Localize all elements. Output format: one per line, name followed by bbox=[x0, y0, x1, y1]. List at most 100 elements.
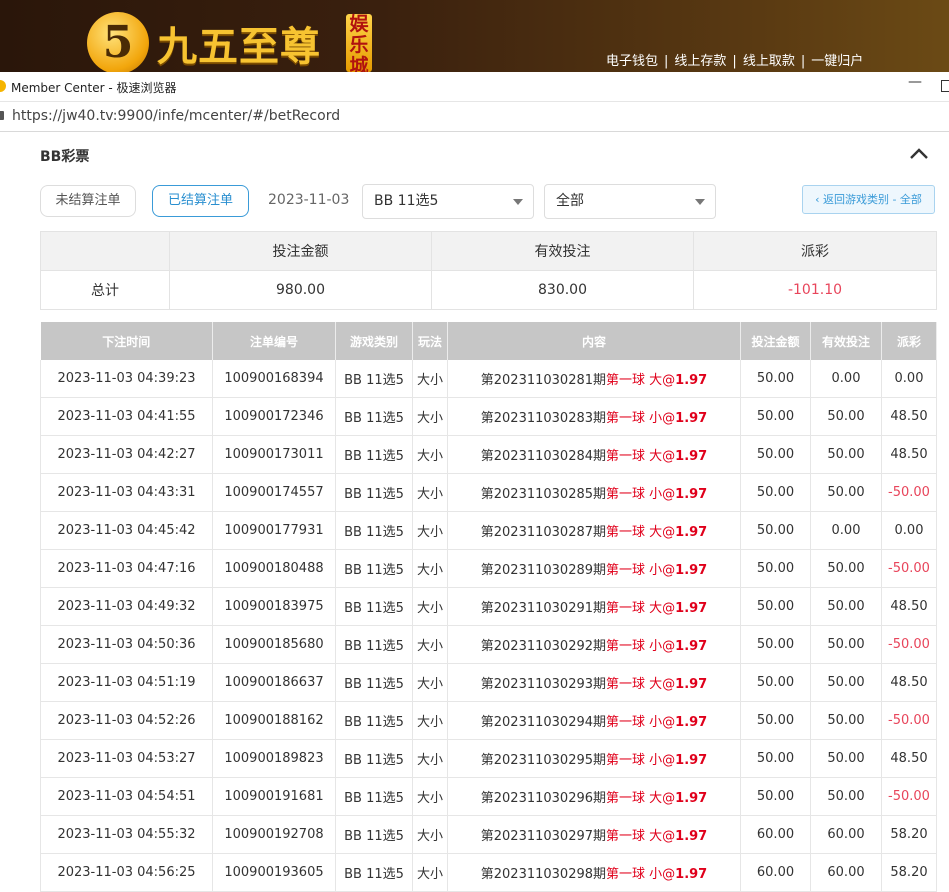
cell-bet-id: 100900192708 bbox=[212, 815, 336, 854]
content-odds: 1.97 bbox=[675, 753, 708, 768]
link-online-withdraw[interactable]: 线上取款 bbox=[743, 54, 795, 69]
cell-bet-time: 2023-11-03 04:42:27 bbox=[40, 435, 213, 474]
date-filter[interactable]: 2023-11-03 bbox=[268, 192, 349, 208]
logo-text: 九五至尊 bbox=[157, 23, 321, 70]
game-select[interactable]: BB 11选5 bbox=[362, 184, 534, 219]
table-row: 2023-11-03 04:55:32 100900192708 BB 11选5 大小… bbox=[40, 815, 937, 854]
content-at: @ bbox=[662, 373, 676, 388]
table-row: 2023-11-03 04:41:55 100900172346 BB 11选5 大小… bbox=[40, 397, 937, 436]
cell-content: 第202311030296期第一球 大@1.97 bbox=[447, 777, 741, 816]
cell-valid-bet: 50.00 bbox=[810, 397, 882, 436]
cell-play: 大小 bbox=[412, 397, 448, 436]
cell-valid-bet: 50.00 bbox=[810, 739, 882, 778]
cell-game: BB 11选5 bbox=[335, 777, 413, 816]
content-odds: 1.97 bbox=[675, 525, 708, 540]
cell-valid-bet: 50.00 bbox=[810, 777, 882, 816]
content-pick: 第一球 大 bbox=[606, 373, 663, 388]
cell-bet-amount: 60.00 bbox=[740, 853, 811, 892]
cell-bet-id: 100900183975 bbox=[212, 587, 336, 626]
content-odds: 1.97 bbox=[675, 677, 708, 692]
logo-mark: 5 bbox=[87, 12, 149, 72]
table-row: 2023-11-03 04:54:51 100900191681 BB 11选5 大小… bbox=[40, 777, 937, 816]
summary-payout: -101.10 bbox=[693, 270, 937, 310]
content-period: 第202311030291期 bbox=[480, 601, 607, 616]
cell-bet-amount: 50.00 bbox=[740, 435, 811, 474]
content-at: @ bbox=[662, 753, 676, 768]
summary-header-empty bbox=[40, 231, 170, 271]
content-pick: 第一球 大 bbox=[606, 677, 663, 692]
link-online-deposit[interactable]: 线上存款 bbox=[674, 54, 726, 69]
cell-valid-bet: 60.00 bbox=[810, 815, 882, 854]
cell-bet-id: 100900186637 bbox=[212, 663, 336, 702]
window-title: Member Center - 极速浏览器 bbox=[11, 81, 177, 95]
content-at: @ bbox=[662, 639, 676, 654]
cell-content: 第202311030295期第一球 小@1.97 bbox=[447, 739, 741, 778]
cell-valid-bet: 60.00 bbox=[810, 853, 882, 892]
content-odds: 1.97 bbox=[675, 563, 708, 578]
content-at: @ bbox=[662, 563, 676, 578]
link-e-wallet[interactable]: 电子钱包 bbox=[606, 54, 658, 69]
cell-bet-amount: 50.00 bbox=[740, 701, 811, 740]
content-odds: 1.97 bbox=[675, 411, 708, 426]
table-row: 2023-11-03 04:50:36 100900185680 BB 11选5 大小… bbox=[40, 625, 937, 664]
content-pick: 第一球 小 bbox=[606, 487, 663, 502]
content-odds: 1.97 bbox=[675, 449, 708, 464]
maximize-icon[interactable] bbox=[941, 80, 949, 92]
summary-header-valid: 有效投注 bbox=[431, 231, 694, 271]
records-header-row: 下注时间 注单编号 游戏类别 玩法 内容 投注金额 有效投注 派彩 bbox=[40, 322, 937, 360]
content-odds: 1.97 bbox=[675, 715, 708, 730]
content-odds: 1.97 bbox=[675, 373, 708, 388]
cell-bet-time: 2023-11-03 04:49:32 bbox=[40, 587, 213, 626]
url-text[interactable]: https://jw40.tv:9900/infe/mcenter/#/betR… bbox=[12, 108, 340, 124]
cell-bet-amount: 50.00 bbox=[740, 473, 811, 512]
cell-play: 大小 bbox=[412, 435, 448, 474]
content-pick: 第一球 大 bbox=[606, 601, 663, 616]
cell-game: BB 11选5 bbox=[335, 815, 413, 854]
summary-bet-amount: 980.00 bbox=[169, 270, 432, 310]
chevron-up-icon[interactable] bbox=[907, 144, 931, 162]
content-period: 第202311030295期 bbox=[480, 753, 607, 768]
type-select[interactable]: 全部 bbox=[544, 184, 716, 219]
cell-game: BB 11选5 bbox=[335, 473, 413, 512]
content-at: @ bbox=[662, 525, 676, 540]
cell-play: 大小 bbox=[412, 663, 448, 702]
col-game: 游戏类别 bbox=[335, 322, 413, 360]
cell-game: BB 11选5 bbox=[335, 625, 413, 664]
cell-game: BB 11选5 bbox=[335, 587, 413, 626]
cell-content: 第202311030291期第一球 大@1.97 bbox=[447, 587, 741, 626]
cell-content: 第202311030294期第一球 小@1.97 bbox=[447, 701, 741, 740]
cell-bet-id: 100900188162 bbox=[212, 701, 336, 740]
address-bar[interactable]: https://jw40.tv:9900/infe/mcenter/#/betR… bbox=[0, 102, 949, 132]
back-to-game-category-button[interactable]: ‹ 返回游戏类别 - 全部 bbox=[802, 185, 935, 214]
cell-game: BB 11选5 bbox=[335, 360, 413, 398]
content-at: @ bbox=[662, 601, 676, 616]
content-at: @ bbox=[662, 715, 676, 730]
table-row: 2023-11-03 04:42:27 100900173011 BB 11选5 大小… bbox=[40, 435, 937, 474]
cell-valid-bet: 50.00 bbox=[810, 549, 882, 588]
table-row: 2023-11-03 04:43:31 100900174557 BB 11选5 大小… bbox=[40, 473, 937, 512]
link-one-click-transfer[interactable]: 一键归户 bbox=[811, 54, 863, 69]
col-bet-time: 下注时间 bbox=[40, 322, 213, 360]
content-odds: 1.97 bbox=[675, 829, 708, 844]
cell-bet-time: 2023-11-03 04:51:19 bbox=[40, 663, 213, 702]
cell-payout: 0.00 bbox=[881, 511, 937, 550]
table-row: 2023-11-03 04:52:26 100900188162 BB 11选5 大小… bbox=[40, 701, 937, 740]
cell-bet-amount: 50.00 bbox=[740, 511, 811, 550]
cell-play: 大小 bbox=[412, 777, 448, 816]
tab-unsettled-bets[interactable]: 未结算注单 bbox=[40, 185, 136, 217]
cell-game: BB 11选5 bbox=[335, 511, 413, 550]
cell-bet-time: 2023-11-03 04:50:36 bbox=[40, 625, 213, 664]
minimize-icon[interactable]: — bbox=[906, 74, 924, 96]
tab-settled-bets[interactable]: 已结算注单 bbox=[152, 185, 249, 217]
content-period: 第202311030297期 bbox=[480, 829, 607, 844]
cell-bet-id: 100900185680 bbox=[212, 625, 336, 664]
cell-bet-id: 100900177931 bbox=[212, 511, 336, 550]
records-body: 2023-11-03 04:39:23 100900168394 BB 11选5 大小… bbox=[40, 360, 937, 892]
table-row: 2023-11-03 04:39:23 100900168394 BB 11选5 大小… bbox=[40, 360, 937, 398]
lock-icon bbox=[0, 111, 4, 120]
cell-valid-bet: 50.00 bbox=[810, 435, 882, 474]
cell-payout: -50.00 bbox=[881, 777, 937, 816]
cell-bet-amount: 50.00 bbox=[740, 587, 811, 626]
table-row: 2023-11-03 04:56:25 100900193605 BB 11选5 大小… bbox=[40, 853, 937, 892]
col-payout: 派彩 bbox=[881, 322, 937, 360]
